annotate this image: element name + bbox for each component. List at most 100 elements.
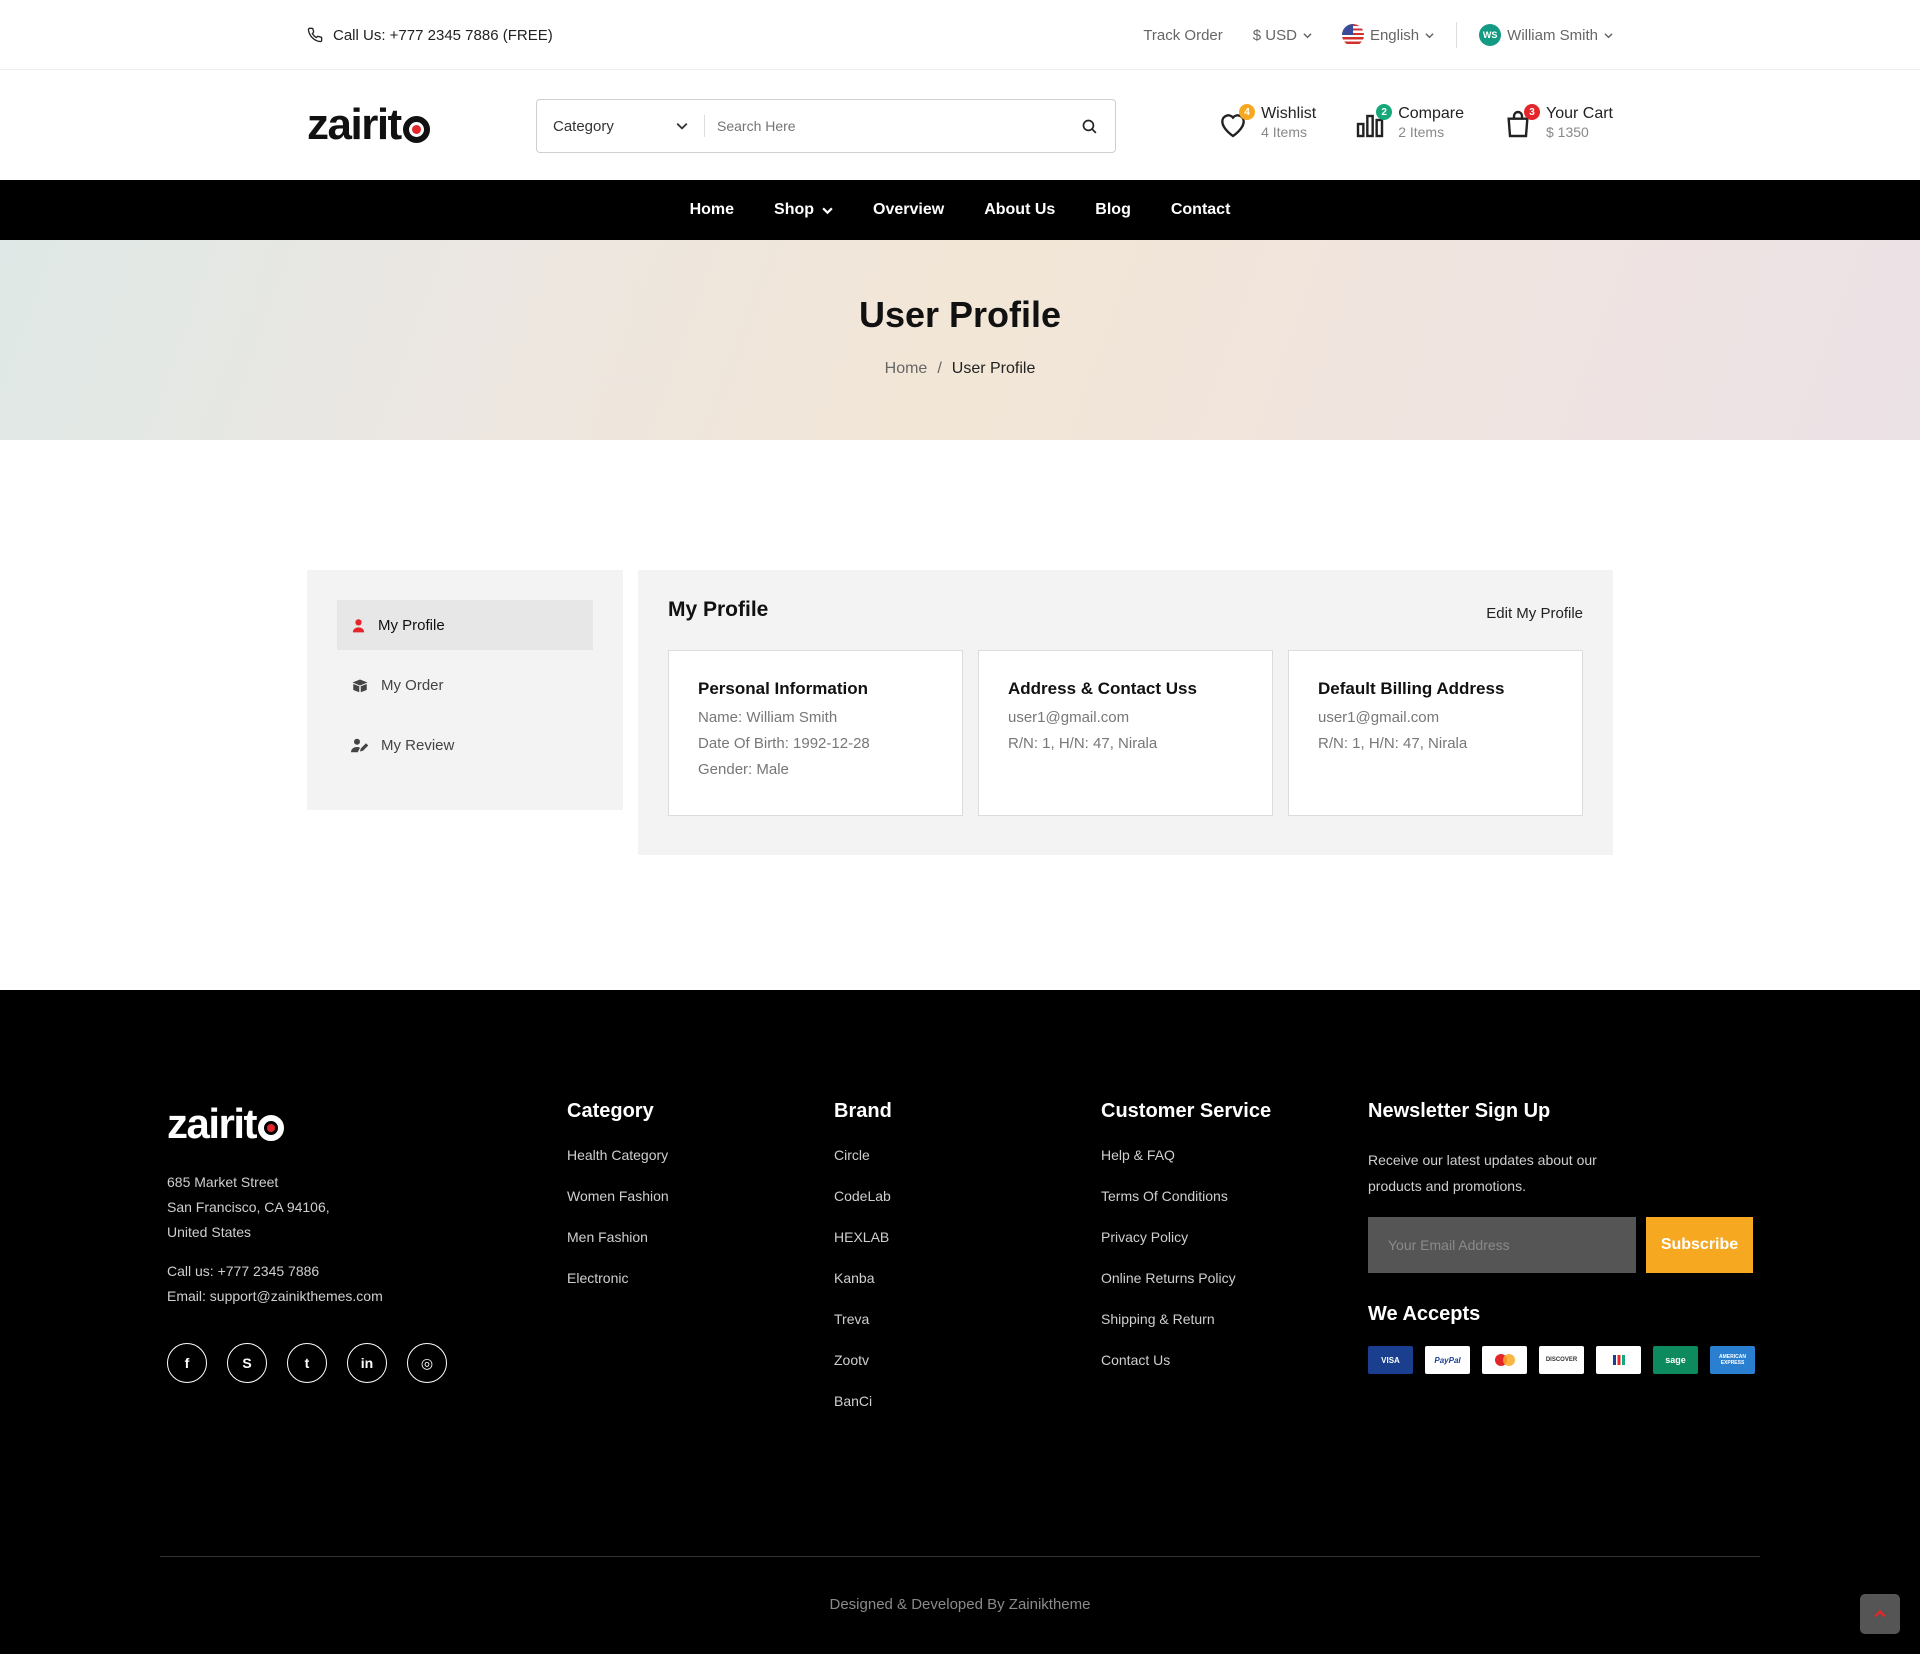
page-title: User Profile: [858, 294, 1062, 335]
chevron-down-icon: [1425, 32, 1434, 38]
linkedin-icon[interactable]: in: [347, 1343, 387, 1383]
sage-icon: sage: [1653, 1346, 1698, 1374]
amex-icon: AMERICAN EXPRESS: [1710, 1346, 1755, 1374]
sidebar-item-label: My Order: [381, 676, 444, 694]
nav-blog[interactable]: Blog: [1095, 201, 1131, 219]
compare-icon: 2: [1354, 104, 1393, 140]
panel-title: My Profile: [668, 598, 769, 621]
footer-contact: Call us: +777 2345 7886 Email: support@z…: [167, 1259, 447, 1309]
nav-label: About Us: [984, 201, 1056, 218]
footer-link[interactable]: Kanba: [834, 1270, 892, 1311]
main-nav: Home Shop Overview About Us Blog Contact: [0, 180, 1920, 240]
card-title: Address & Contact Uss: [1008, 679, 1197, 698]
footer-link[interactable]: Women Fashion: [567, 1188, 669, 1229]
account-sidebar: My Profile My Order My Review: [307, 570, 623, 810]
footer-about: zairit 685 Market Street San Francisco, …: [167, 1100, 447, 1383]
footer-link[interactable]: HEXLAB: [834, 1229, 892, 1270]
nav-home[interactable]: Home: [690, 201, 734, 219]
cart-button[interactable]: 3 Your Cart $ 1350: [1502, 104, 1613, 142]
wishlist-label: Wishlist: [1261, 105, 1317, 122]
footer-link[interactable]: Treva: [834, 1311, 892, 1352]
footer-brand: Brand Circle CodeLab HEXLAB Kanba Treva …: [834, 1100, 892, 1434]
search-input[interactable]: [705, 118, 1063, 134]
jcb-icon: [1596, 1346, 1641, 1374]
logo-mark: [258, 1115, 285, 1141]
phone-icon: [307, 27, 323, 43]
wishlist-count: 4 Items: [1261, 124, 1307, 140]
footer-link[interactable]: Circle: [834, 1147, 892, 1188]
personal-info-card: Personal Information Name: William Smith…: [668, 650, 963, 816]
twitter-icon[interactable]: t: [287, 1343, 327, 1383]
footer-link[interactable]: CodeLab: [834, 1188, 892, 1229]
track-order-link[interactable]: Track Order: [1143, 27, 1222, 44]
scroll-to-top-button[interactable]: [1860, 1594, 1900, 1634]
compare-button[interactable]: 2 Compare 2 Items: [1354, 104, 1464, 142]
visa-icon: VISA: [1368, 1346, 1413, 1374]
logo-mark: [402, 115, 430, 143]
footer-heading: Category: [567, 1100, 654, 1122]
language-select[interactable]: English: [1341, 24, 1434, 46]
footer-logo[interactable]: zairit: [167, 1100, 447, 1148]
user-menu[interactable]: WS William Smith: [1479, 24, 1613, 46]
profile-panel: My Profile Edit My Profile Personal Info…: [638, 570, 1613, 855]
newsletter-text: Receive our latest updates about our pro…: [1368, 1152, 1597, 1194]
footer-link[interactable]: Electronic: [567, 1270, 669, 1311]
footer-heading: Customer Service: [1101, 1100, 1272, 1122]
heart-icon: 4: [1217, 104, 1256, 140]
currency-select[interactable]: $ USD: [1253, 27, 1312, 44]
footer-link[interactable]: BanCi: [834, 1393, 892, 1434]
card-line: Name: William Smith: [698, 709, 838, 726]
address-line: 685 Market Street: [167, 1174, 279, 1190]
search-button[interactable]: [1063, 118, 1115, 135]
chevron-up-icon: [1874, 1609, 1886, 1618]
user-icon: [352, 618, 365, 632]
footer: zairit 685 Market Street San Francisco, …: [0, 990, 1920, 1654]
mastercard-icon: [1482, 1346, 1527, 1374]
breadcrumb-home[interactable]: Home: [885, 360, 928, 378]
footer-heading: Brand: [834, 1100, 892, 1122]
nav-label: Shop: [774, 201, 815, 218]
footer-link[interactable]: Privacy Policy: [1101, 1229, 1271, 1270]
footer-category: Category Health Category Women Fashion M…: [567, 1100, 669, 1311]
footer-link[interactable]: Online Returns Policy: [1101, 1270, 1271, 1311]
compare-count: 2 Items: [1398, 124, 1445, 140]
footer-link[interactable]: Men Fashion: [567, 1229, 669, 1270]
footer-link[interactable]: Contact Us: [1101, 1352, 1271, 1393]
sidebar-item-label: My Profile: [378, 616, 445, 634]
paypal-icon: PayPal: [1425, 1346, 1470, 1374]
card-line: R/N: 1, H/N: 47, Nirala: [1008, 735, 1158, 752]
facebook-icon[interactable]: f: [167, 1343, 207, 1383]
logo[interactable]: zairit: [307, 100, 430, 150]
instagram-icon[interactable]: ◎: [407, 1343, 447, 1383]
category-select[interactable]: Category: [537, 115, 705, 137]
copyright: Designed & Developed By Zainiktheme: [829, 1596, 1091, 1613]
footer-link[interactable]: Health Category: [567, 1147, 669, 1188]
nav-overview[interactable]: Overview: [873, 201, 944, 219]
sidebar-item-my-order[interactable]: My Order: [337, 660, 593, 710]
edit-profile-link[interactable]: Edit My Profile: [1486, 605, 1583, 622]
cart-total: $ 1350: [1546, 124, 1589, 140]
subscribe-button[interactable]: Subscribe: [1646, 1217, 1753, 1273]
sidebar-item-my-profile[interactable]: My Profile: [337, 600, 593, 650]
newsletter-email-input[interactable]: [1368, 1217, 1636, 1273]
nav-shop[interactable]: Shop: [774, 201, 833, 219]
card-line: Date Of Birth: 1992-12-28: [698, 735, 870, 752]
footer-link[interactable]: Help & FAQ: [1101, 1147, 1271, 1188]
footer-link[interactable]: Terms Of Conditions: [1101, 1188, 1271, 1229]
nav-about-us[interactable]: About Us: [984, 201, 1055, 219]
compare-label: Compare: [1398, 105, 1464, 122]
footer-link[interactable]: Shipping & Return: [1101, 1311, 1271, 1352]
sidebar-item-my-review[interactable]: My Review: [337, 720, 593, 770]
wishlist-button[interactable]: 4 Wishlist 4 Items: [1217, 104, 1316, 142]
nav-contact[interactable]: Contact: [1171, 201, 1231, 219]
call-info: Call Us: +777 2345 7886 (FREE): [307, 27, 553, 44]
address-contact-card: Address & Contact Uss user1@gmail.com R/…: [978, 650, 1273, 816]
chevron-down-icon: [1303, 32, 1312, 38]
footer-link[interactable]: Zootv: [834, 1352, 892, 1393]
footer-customer-service: Customer Service Help & FAQ Terms Of Con…: [1101, 1100, 1271, 1393]
skype-icon[interactable]: S: [227, 1343, 267, 1383]
social-links: f S t in ◎: [167, 1343, 447, 1383]
breadcrumb-current: User Profile: [951, 360, 1036, 377]
breadcrumb-separator: /: [937, 360, 942, 377]
logo-text: zairit: [307, 100, 402, 149]
